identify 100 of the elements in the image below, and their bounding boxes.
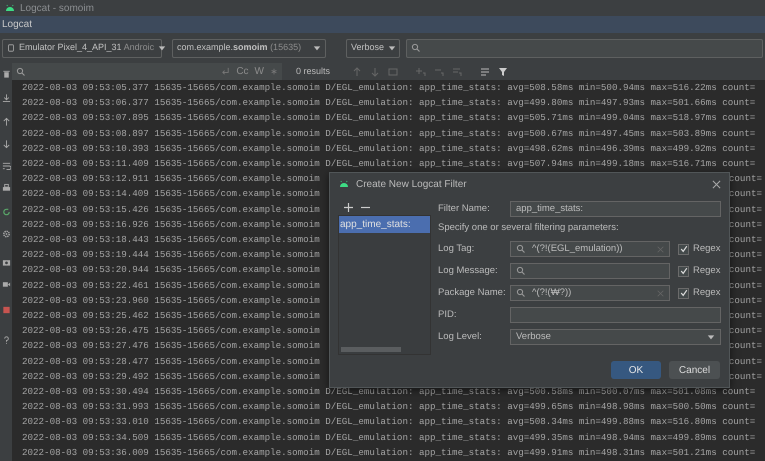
hint-text: Specify one or several filtering parameters: <box>438 221 620 235</box>
log-line: 2022-08-03 09:53:29.492 15635-15665/com.example.somoim <box>22 370 320 384</box>
find-field[interactable]: Cc W <box>12 63 282 80</box>
log-message: count= <box>728 172 763 186</box>
enter-icon <box>221 67 230 76</box>
field-label: PID: <box>438 308 458 322</box>
input-field[interactable]: ^(?!(EGL_emulation)) <box>510 241 670 258</box>
field-label: Package Name: <box>438 286 507 300</box>
log-line: 2022-08-03 09:53:10.393 15635-15665/com.example.somoim <box>22 142 320 156</box>
log-line: 2022-08-03 09:53:34.509 15635-15665/com.example.somoim <box>22 430 320 445</box>
scroll-to-end-icon[interactable] <box>2 93 10 103</box>
print-icon[interactable] <box>2 183 10 193</box>
log-message: count= <box>728 263 763 278</box>
up-arrow-icon[interactable] <box>2 117 10 127</box>
regex-label: Regex <box>693 242 720 256</box>
cancel-button[interactable]: Cancel <box>669 361 720 379</box>
scrollbar[interactable] <box>341 347 401 352</box>
log-message: D/EGL_emulation: app_time_stats: avg=499.65ms min=498.98ms max=500.50ms count= <box>325 400 756 414</box>
match-option[interactable]: W <box>254 64 264 79</box>
log-line: 2022-08-03 09:53:36.009 15635-15665/com.example.somoim <box>22 446 320 460</box>
caret-icon <box>707 333 715 342</box>
log-message: D/EGL_emulation: app_time_stats: avg=499.35ms min=498.94ms max=499.89ms count= <box>325 430 756 445</box>
log-line: 2022-08-03 09:53:26.475 15635-15665/com.example.somoim <box>22 324 320 338</box>
field-label: Log Tag: <box>438 242 476 256</box>
results-count: 0 results <box>296 64 330 78</box>
search-icon <box>516 266 526 276</box>
log-level-dropdown[interactable]: Verbose <box>510 329 721 346</box>
caret-icon <box>158 44 166 52</box>
soft-wrap-icon[interactable] <box>2 161 10 171</box>
log-message: D/EGL_emulation: app_time_stats: avg=507.94ms min=499.18ms max=516.71ms count= <box>325 157 756 172</box>
log-message: count= <box>728 309 763 324</box>
log-line: 2022-08-03 09:53:20.944 15635-15665/com.example.somoim <box>22 263 320 278</box>
log-message: D/EGL_emulation: app_time_stats: avg=499.80ms min=497.93ms max=501.66ms count= <box>325 96 756 110</box>
log-line: 2022-08-03 09:53:15.426 15635-15665/com.example.somoim <box>22 202 320 217</box>
log-line: 2022-08-03 09:53:06.377 15635-15665/com.example.somoim <box>22 96 320 110</box>
android-icon <box>4 3 16 13</box>
help-icon[interactable] <box>2 335 10 345</box>
dialog-title: Create New Logcat Filter <box>356 178 467 192</box>
regex-checkbox[interactable] <box>678 244 689 255</box>
android-icon <box>338 179 350 189</box>
log-message: D/EGL_emulation: app_time_stats: avg=499.91ms min=498.31ms max=501.21ms count= <box>325 446 756 460</box>
log-message: count= <box>728 324 763 338</box>
log-message: count= <box>728 354 763 369</box>
log-line: 2022-08-03 09:53:11.409 15635-15665/com.example.somoim <box>22 157 320 172</box>
log-message: count= <box>728 233 763 248</box>
log-line: 2022-08-03 09:53:07.895 15635-15665/com.example.somoim <box>22 111 320 126</box>
down-arrow-icon[interactable] <box>2 139 10 149</box>
input-field[interactable]: ^(?!(₩?)) <box>510 285 670 302</box>
search-icon <box>16 66 26 76</box>
add-icon[interactable] <box>344 202 353 212</box>
level-dropdown[interactable]: Verbose <box>346 38 400 58</box>
settings-icon[interactable] <box>2 229 10 239</box>
log-line: 2022-08-03 09:53:28.477 15635-15665/com.example.somoim <box>22 354 320 369</box>
log-line: 2022-08-03 09:53:05.377 15635-15665/com.example.somoim <box>22 81 320 95</box>
log-line: 2022-08-03 09:53:12.911 15635-15665/com.example.somoim <box>22 172 320 186</box>
log-line: 2022-08-03 09:53:14.409 15635-15665/com.example.somoim <box>22 187 320 202</box>
field-label: Filter Name: <box>438 202 491 216</box>
ok-button[interactable]: OK <box>611 361 661 379</box>
filter-name-field[interactable]: app_time_stats: <box>510 201 721 217</box>
log-line: 2022-08-03 09:53:16.926 15635-15665/com.example.somoim <box>22 218 320 232</box>
log-message: count= <box>728 248 763 262</box>
search-field[interactable] <box>406 38 763 58</box>
filter-icon[interactable] <box>498 66 508 76</box>
log-line: 2022-08-03 09:53:31.993 15635-15665/com.example.somoim <box>22 400 320 414</box>
log-line: 2022-08-03 09:53:33.010 15635-15665/com.example.somoim <box>22 415 320 430</box>
log-message: D/EGL_emulation: app_time_stats: avg=508.34ms min=499.88ms max=516.80ms count= <box>325 415 756 430</box>
log-message: D/EGL_emulation: app_time_stats: avg=500.58ms min=500.07ms max=501.08ms count= <box>325 385 756 400</box>
field-label: Log Level: <box>438 330 483 344</box>
regex-label: Regex <box>693 286 720 300</box>
log-line: 2022-08-03 09:53:30.494 15635-15665/com.example.somoim <box>22 385 320 400</box>
caret-icon <box>313 44 321 52</box>
search-icon <box>411 43 421 53</box>
log-message: count= <box>728 339 763 354</box>
log-line: 2022-08-03 09:53:23.960 15635-15665/com.example.somoim <box>22 294 320 308</box>
field-label: Log Message: <box>438 264 499 278</box>
filter-list-item[interactable]: app_time_stats: <box>339 216 430 233</box>
search-icon <box>516 288 526 298</box>
log-message: count= <box>728 294 763 308</box>
log-message: D/EGL_emulation: app_time_stats: avg=508.58ms min=500.94ms max=516.22ms count= <box>325 81 756 95</box>
log-message: count= <box>728 218 763 232</box>
video-camera-icon[interactable] <box>2 279 10 289</box>
close-icon[interactable] <box>712 180 721 188</box>
process-dropdown[interactable]: com.example.somoim (15635) <box>172 38 326 58</box>
match-option[interactable]: Cc <box>236 64 249 79</box>
regex-checkbox[interactable] <box>678 266 689 277</box>
log-line: 2022-08-03 09:53:22.461 15635-15665/com.example.somoim <box>22 278 320 293</box>
phone-icon <box>7 43 15 53</box>
log-line: 2022-08-03 09:53:08.897 15635-15665/com.example.somoim <box>22 126 320 141</box>
log-line: 2022-08-03 09:53:27.476 15635-15665/com.example.somoim <box>22 339 320 354</box>
stop-icon[interactable] <box>2 305 10 315</box>
log-line: 2022-08-03 09:53:25.462 15635-15665/com.example.somoim <box>22 309 320 324</box>
camera-icon[interactable] <box>2 257 10 267</box>
input-field[interactable] <box>510 307 721 324</box>
log-message: D/EGL_emulation: app_time_stats: avg=505.71ms min=499.04ms max=518.97ms count= <box>325 111 756 126</box>
window-title: Logcat - somoim <box>20 2 94 16</box>
restart-icon[interactable] <box>2 207 10 217</box>
caret-icon <box>388 44 396 52</box>
input-field[interactable] <box>510 263 670 280</box>
regex-checkbox[interactable] <box>678 288 689 299</box>
trash-icon[interactable] <box>2 69 10 79</box>
